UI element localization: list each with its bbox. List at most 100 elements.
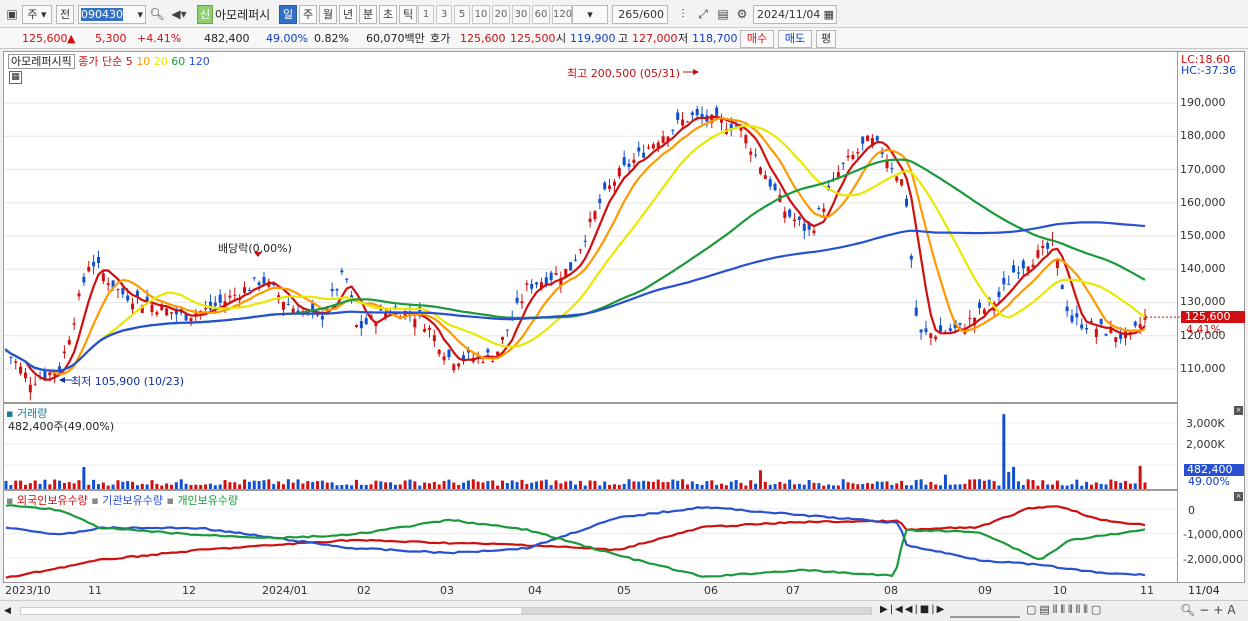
volume-bar	[476, 481, 480, 489]
candle-body	[126, 295, 130, 301]
x-label-9: 07	[786, 584, 800, 597]
volume-bar	[758, 470, 762, 489]
zoom-icons[interactable]: 🔍︎−+A	[1180, 603, 1240, 617]
ma-5-legend: 5	[125, 55, 133, 68]
candle-body	[72, 323, 76, 325]
volume-bar	[1133, 483, 1137, 489]
volume-bar	[4, 480, 8, 489]
candle-body	[150, 304, 154, 313]
volume-bar	[744, 485, 748, 489]
volume-bar	[369, 484, 373, 489]
candle-body	[1104, 334, 1108, 336]
volume-bar	[603, 481, 607, 489]
play-controls[interactable]: ▶|◀◀|■|▶	[880, 604, 946, 615]
candle-body	[968, 317, 972, 319]
candle-body	[861, 136, 865, 144]
stock-legend-name[interactable]: 아모레퍼시픽	[8, 54, 75, 69]
candle-body	[1099, 319, 1103, 325]
volume-bar	[194, 484, 198, 489]
volume-bar	[831, 485, 835, 489]
scroll-left-icon[interactable]: ◀	[4, 604, 16, 618]
candle-body	[875, 136, 879, 141]
tool-icons[interactable]: ▢▤⫴⫴⫴⫴⫴▢	[1026, 603, 1104, 617]
scrollbar-track[interactable]	[20, 607, 872, 615]
candle-body	[286, 303, 290, 305]
volume-bar	[437, 484, 441, 489]
candle-body	[603, 182, 607, 190]
volume-bar	[384, 482, 388, 489]
candle-body	[583, 240, 587, 242]
hold-tick-2m: -2,000,000	[1183, 553, 1243, 566]
volume-bar	[179, 479, 183, 489]
candle-body	[165, 308, 169, 316]
x-label-3: 2024/01	[262, 584, 308, 597]
volume-bar	[96, 484, 100, 489]
candle-body	[690, 112, 694, 116]
ma-line-5	[5, 115, 1146, 381]
candle-body	[82, 276, 86, 283]
volume-bar	[471, 479, 475, 489]
candle-body	[676, 112, 680, 120]
volume-bar	[427, 483, 431, 489]
volume-bar	[135, 485, 139, 489]
volume-bar	[705, 481, 709, 489]
volume-bar	[510, 480, 514, 489]
candle-body	[885, 160, 889, 169]
volume-bar	[301, 483, 305, 489]
candle-body	[637, 147, 641, 152]
candle-body	[247, 290, 251, 292]
candle-body	[33, 383, 37, 385]
volume-bar	[496, 485, 500, 489]
volume-bar	[739, 482, 743, 489]
candle-body	[320, 315, 324, 320]
candle-body	[330, 288, 334, 291]
volume-bar	[637, 481, 641, 489]
volume-bar	[1055, 480, 1059, 489]
y-tick-190000: 190,000	[1180, 96, 1226, 109]
volume-bar	[817, 483, 821, 489]
zoom-slider[interactable]	[950, 604, 1020, 618]
candle-body	[218, 294, 222, 303]
volume-bar	[773, 483, 777, 489]
volume-bar	[267, 479, 271, 489]
volume-bar	[924, 484, 928, 489]
x-label-7: 05	[617, 584, 631, 597]
volume-bar	[997, 485, 1001, 489]
volume-bar	[900, 480, 904, 489]
scrollbar-thumb[interactable]	[521, 608, 871, 614]
volume-bar	[1002, 414, 1006, 489]
candle-body	[1138, 324, 1142, 329]
candle-body	[121, 287, 125, 295]
candle-body	[1021, 260, 1025, 269]
volume-bar	[1124, 480, 1128, 489]
candle-body	[1055, 260, 1059, 268]
candle-body	[758, 167, 762, 174]
candle-body	[96, 257, 100, 263]
volume-bar	[807, 479, 811, 489]
close-volume-icon[interactable]: ×	[1234, 406, 1243, 415]
volume-bar	[316, 481, 320, 489]
candle-body	[169, 312, 173, 314]
table-icon[interactable]: ▦	[9, 71, 22, 84]
volume-bar	[442, 481, 446, 489]
volume-bar	[1094, 482, 1098, 489]
candle-body	[481, 361, 485, 363]
volume-bar	[379, 481, 383, 489]
volume-bar	[447, 479, 451, 489]
candle-body	[812, 230, 816, 234]
hold-tick-1m: -1,000,000	[1183, 528, 1243, 541]
volume-bar	[345, 484, 349, 489]
close-holding-icon[interactable]: ×	[1234, 492, 1243, 501]
volume-bar	[62, 483, 66, 489]
volume-bar	[671, 479, 675, 489]
y-tick-140000: 140,000	[1180, 262, 1226, 275]
volume-bar	[389, 482, 393, 489]
volume-bar	[169, 484, 173, 489]
volume-bar	[768, 484, 772, 489]
candle-body	[213, 302, 217, 307]
candle-body	[720, 119, 724, 123]
candle-body	[734, 125, 738, 127]
volume-bar	[866, 482, 870, 489]
volume-bar	[647, 481, 651, 489]
volume-bar	[160, 485, 164, 489]
